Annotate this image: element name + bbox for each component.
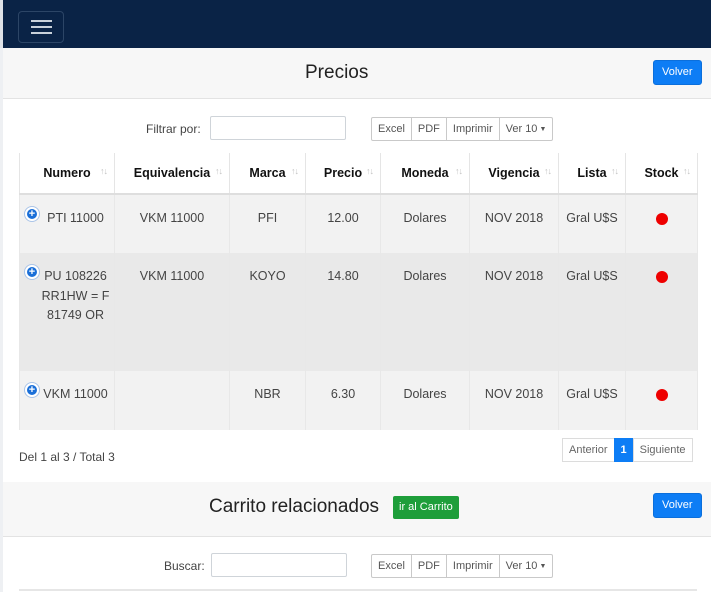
column-label: Vigencia [488, 166, 540, 180]
cell-lista: Gral U$S [558, 371, 626, 430]
excel-button[interactable]: Excel [371, 554, 412, 578]
table-row: + PTI 11000 VKM 11000 PFI 12.00 Dolares N… [19, 194, 698, 253]
column-label: Lista [577, 166, 607, 180]
numero-value: VKM 11000 [43, 387, 108, 401]
print-button[interactable]: Imprimir [445, 554, 500, 578]
column-header-marca[interactable]: Marca ↑↓ [229, 153, 306, 195]
cell-moneda: Dolares [380, 371, 470, 430]
cell-vigencia: NOV 2018 [469, 371, 559, 430]
page-length-label: Ver 10 [505, 560, 538, 572]
hamburger-menu-icon[interactable] [18, 11, 64, 43]
cell-moneda: Dolares [380, 253, 470, 371]
cell-equivalencia: VKM 11000 [114, 253, 230, 371]
stock-status-dot [655, 389, 668, 401]
prices-title: Precios [305, 62, 369, 83]
cell-equivalencia: VKM 11000 [114, 194, 230, 253]
expand-row-icon[interactable]: + [25, 265, 39, 279]
cell-numero: + PTI 11000 [19, 194, 115, 253]
caret-down-icon: ▼ [539, 563, 547, 570]
pdf-button[interactable]: PDF [410, 117, 447, 141]
sort-icon: ↑↓ [683, 166, 691, 176]
prices-export-buttons: Excel PDF Imprimir Ver 10 ▼ [371, 117, 554, 141]
cell-precio: 6.30 [305, 371, 381, 430]
prices-back-button[interactable]: Volver [653, 60, 702, 85]
pagination: Anterior 1 Siguiente [562, 438, 693, 462]
cell-vigencia: NOV 2018 [469, 194, 559, 253]
column-header-numero[interactable]: Numero ↑↓ [19, 153, 115, 195]
top-navbar [0, 0, 711, 48]
table-header-row: Numero ↑↓ Equivalencia ↑↓ Marca ↑↓ Precio ↑↓… [19, 153, 698, 195]
column-header-precio[interactable]: Precio ↑↓ [305, 153, 381, 195]
expand-row-icon[interactable]: + [25, 207, 39, 221]
cell-lista: Gral U$S [558, 253, 626, 371]
cell-numero: + PU 108226 RR1HW = F 81749 OR [19, 253, 115, 371]
filter-label: Filtrar por: [146, 122, 201, 136]
numero-value: PU 108226 RR1HW = F 81749 OR [41, 269, 110, 322]
cell-marca: NBR [229, 371, 306, 430]
cart-export-buttons: Excel PDF Imprimir Ver 10 ▼ [371, 554, 554, 578]
search-label: Buscar: [164, 559, 205, 573]
pdf-button[interactable]: PDF [410, 554, 447, 578]
column-label: Marca [249, 166, 286, 180]
cell-precio: 12.00 [305, 194, 381, 253]
cart-title: Carrito relacionados [209, 496, 380, 517]
stock-status-dot [655, 213, 668, 225]
excel-button[interactable]: Excel [371, 117, 412, 141]
cell-marca: PFI [229, 194, 306, 253]
cell-vigencia: NOV 2018 [469, 253, 559, 371]
page-length-select[interactable]: Ver 10 ▼ [498, 554, 554, 578]
sort-icon: ↑↓ [291, 166, 299, 176]
column-header-vigencia[interactable]: Vigencia ↑↓ [469, 153, 559, 195]
sort-icon: ↑↓ [544, 166, 552, 176]
expand-row-icon[interactable]: + [25, 383, 39, 397]
column-label: Moneda [401, 166, 449, 180]
cell-lista: Gral U$S [558, 194, 626, 253]
pagination-previous[interactable]: Anterior [562, 438, 615, 462]
pagination-next[interactable]: Siguiente [632, 438, 693, 462]
sort-icon: ↑↓ [455, 166, 463, 176]
cart-back-button[interactable]: Volver [653, 493, 702, 518]
sort-icon: ↑↓ [611, 166, 619, 176]
column-label: Precio [323, 166, 363, 180]
go-to-cart-button[interactable]: ir al Carrito [393, 496, 459, 519]
column-header-lista[interactable]: Lista ↑↓ [558, 153, 626, 195]
column-header-stock[interactable]: Stock ↑↓ [625, 153, 698, 195]
filter-input[interactable] [210, 116, 346, 140]
cell-equivalencia [114, 371, 230, 430]
sort-icon: ↑↓ [215, 166, 223, 176]
table-row: + PU 108226 RR1HW = F 81749 OR VKM 11000 … [19, 253, 698, 371]
cell-stock [625, 253, 698, 371]
print-button[interactable]: Imprimir [445, 117, 500, 141]
numero-value: PTI 11000 [47, 211, 104, 225]
column-header-moneda[interactable]: Moneda ↑↓ [380, 153, 470, 195]
cell-moneda: Dolares [380, 194, 470, 253]
cell-stock [625, 194, 698, 253]
stock-status-dot [655, 271, 668, 283]
sort-icon: ↑↓ [366, 166, 374, 176]
cart-header: Carrito relacionados ir al Carrito Volve… [3, 482, 711, 537]
cell-marca: KOYO [229, 253, 306, 371]
table-info: Del 1 al 3 / Total 3 [19, 450, 115, 464]
cell-stock [625, 371, 698, 430]
page-length-label: Ver 10 [505, 123, 538, 135]
cell-precio: 14.80 [305, 253, 381, 371]
prices-header: Precios Volver [3, 48, 711, 99]
column-label: Equivalencia [133, 166, 211, 180]
caret-down-icon: ▼ [539, 126, 547, 133]
pagination-page-1[interactable]: 1 [613, 438, 634, 462]
cell-numero: + VKM 11000 [19, 371, 115, 430]
column-label: Numero [43, 166, 91, 180]
page-length-select[interactable]: Ver 10 ▼ [498, 117, 554, 141]
sort-icon: ↑↓ [100, 166, 108, 176]
column-label: Stock [644, 166, 679, 180]
table-top-border [19, 589, 697, 591]
table-row: + VKM 11000 NBR 6.30 Dolares NOV 2018 Gra… [19, 371, 698, 430]
cart-search-input[interactable] [211, 553, 347, 577]
column-header-equivalencia[interactable]: Equivalencia ↑↓ [114, 153, 230, 195]
prices-table: Numero ↑↓ Equivalencia ↑↓ Marca ↑↓ Precio ↑↓… [19, 153, 698, 430]
